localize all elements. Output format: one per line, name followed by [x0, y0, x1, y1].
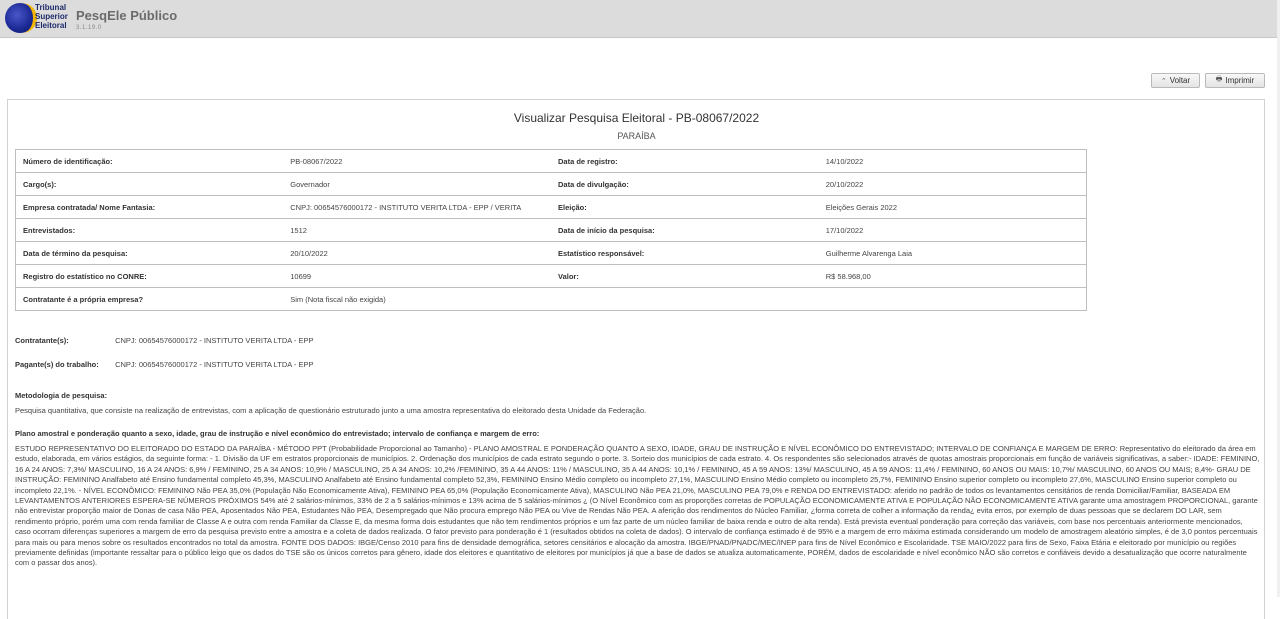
info-value: 1512 — [283, 218, 551, 242]
methodology-title: Metodologia de pesquisa: — [15, 391, 108, 400]
page-subtitle: PARAÍBA — [617, 131, 656, 141]
contractor-label: Contratante(s): — [15, 336, 69, 345]
methodology-text: Pesquisa quantitativa, que consiste na r… — [15, 406, 647, 415]
back-button-label: Voltar — [1169, 76, 1191, 85]
info-row: Registro do estatístico no CONRE: 10699 Va… — [15, 264, 1087, 288]
info-value: Sim (Nota fiscal não exigida) — [283, 287, 551, 311]
info-row: Empresa contratada/ Nome Fantasia: CNPJ: … — [15, 195, 1087, 219]
payer-label: Pagante(s) do trabalho: — [15, 360, 99, 369]
info-row: Cargo(s): Governador Data de divulgação: 20… — [15, 172, 1087, 196]
info-value: 10699 — [283, 264, 551, 288]
info-value: 17/10/2022 — [818, 218, 1087, 242]
app-title: PesqEle Público — [76, 8, 178, 23]
info-label: Registro do estatístico no CONRE: — [15, 264, 284, 288]
info-label: Entrevistados: — [15, 218, 284, 242]
tse-logo-text: Tribunal Superior Eleitoral — [35, 3, 68, 30]
info-value: R$ 58.968,00 — [818, 264, 1087, 288]
payer-value: CNPJ: 00654576000172 - INSTITUTO VERITA … — [115, 360, 314, 369]
info-label: Data de registro: — [551, 149, 819, 173]
sampling-plan-text: ESTUDO REPRESENTATIVO DO ELEITORADO DO E… — [15, 444, 1260, 568]
print-button[interactable]: 🖶 Imprimir — [1205, 73, 1265, 88]
info-label — [551, 287, 819, 311]
payer-row: Pagante(s) do trabalho: CNPJ: 0065457600… — [15, 360, 314, 369]
info-value: Governador — [283, 172, 551, 196]
survey-info-table: Número de identificação: PB-08067/2022 Dat… — [15, 149, 1087, 311]
sampling-plan-title: Plano amostral e ponderação quanto a sex… — [15, 429, 540, 438]
info-label: Número de identificação: — [15, 149, 284, 173]
tse-logo-arc-icon — [13, 3, 37, 33]
info-value: PB-08067/2022 — [283, 149, 551, 173]
info-label: Eleição: — [551, 195, 819, 219]
logo-line: Superior — [35, 12, 68, 21]
info-label: Cargo(s): — [15, 172, 284, 196]
chevron-up-icon: ⌃ — [1160, 77, 1167, 85]
info-row: Contratante é a própria empresa? Sim (Not… — [15, 287, 1087, 311]
info-row: Entrevistados: 1512 Data de início da pesq… — [15, 218, 1087, 242]
info-row: Data de término da pesquisa: 20/10/2022 Es… — [15, 241, 1087, 265]
info-label: Contratante é a própria empresa? — [15, 287, 284, 311]
back-button[interactable]: ⌃ Voltar — [1151, 73, 1200, 88]
info-value: 14/10/2022 — [818, 149, 1087, 173]
info-value: CNPJ: 00654576000172 - INSTITUTO VERITA … — [283, 195, 551, 219]
contractor-value: CNPJ: 00654576000172 - INSTITUTO VERITA … — [115, 336, 314, 345]
app-version: 3.1.19.0 — [76, 25, 102, 31]
info-label: Valor: — [551, 264, 819, 288]
info-label: Estatístico responsável: — [551, 241, 819, 265]
logo-line: Tribunal — [35, 3, 67, 12]
info-value: 20/10/2022 — [283, 241, 551, 265]
info-value: Eleições Gerais 2022 — [818, 195, 1087, 219]
info-value: Guilherme Alvarenga Laia — [818, 241, 1087, 265]
print-button-label: Imprimir — [1225, 76, 1255, 85]
logo-line: Eleitoral — [35, 21, 67, 30]
info-row: Número de identificação: PB-08067/2022 Dat… — [15, 149, 1087, 173]
info-value — [818, 287, 1087, 311]
app-header: Tribunal Superior Eleitoral PesqEle Públ… — [0, 0, 1277, 38]
info-label: Data de início da pesquisa: — [551, 218, 819, 242]
info-label: Data de divulgação: — [551, 172, 819, 196]
info-label: Empresa contratada/ Nome Fantasia: — [15, 195, 284, 219]
info-label: Data de término da pesquisa: — [15, 241, 284, 265]
info-value: 20/10/2022 — [818, 172, 1087, 196]
printer-icon: 🖶 — [1215, 76, 1223, 83]
contractor-row: Contratante(s): CNPJ: 00654576000172 - I… — [15, 336, 314, 345]
page-title: Visualizar Pesquisa Eleitoral - PB-08067… — [513, 111, 760, 125]
